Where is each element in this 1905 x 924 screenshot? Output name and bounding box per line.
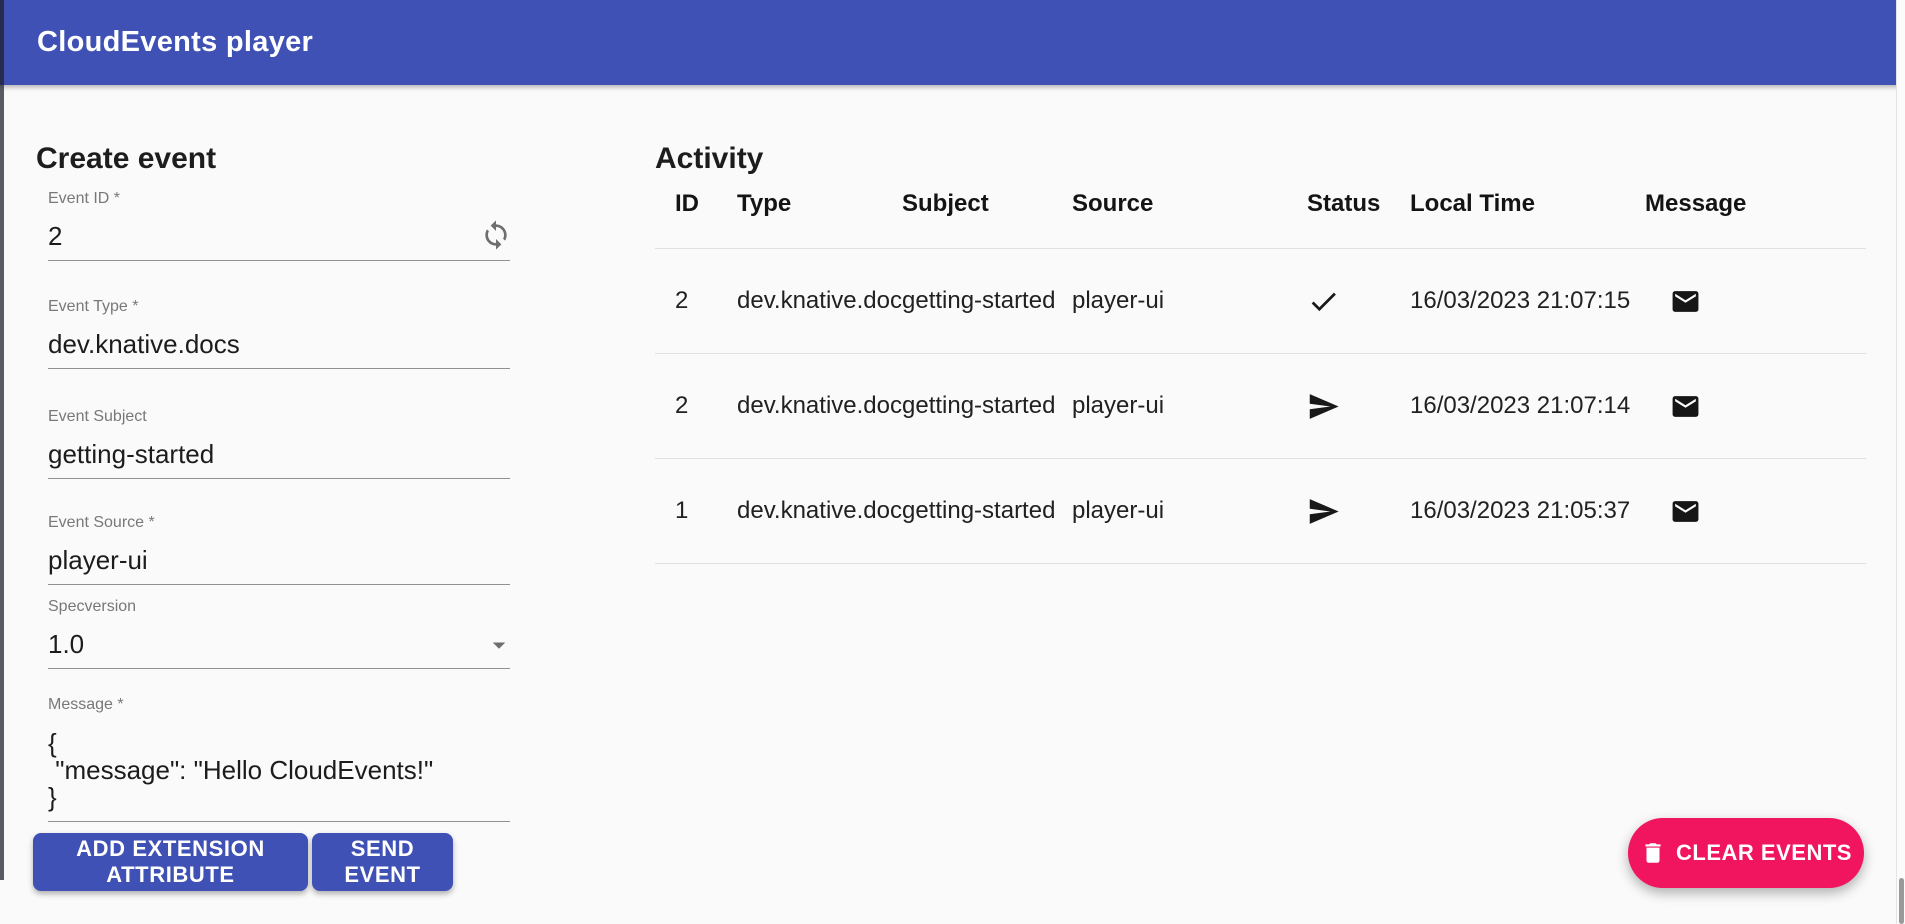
cell-status [1307,390,1410,423]
check-icon [1307,285,1340,318]
message-value[interactable]: { "message": "Hello CloudEvents!"} [48,730,433,811]
app-bar: CloudEvents player [0,0,1905,85]
email-icon[interactable] [1670,286,1701,317]
cell-status [1307,285,1410,318]
event-subject-value[interactable]: getting-started [48,439,214,470]
specversion-select[interactable]: Specversion 1.0 [48,598,510,669]
message-label: Message * [48,696,510,714]
cloudevents-player-app: CloudEvents player Create event Event ID… [0,0,1905,924]
event-id-value[interactable]: 2 [48,221,62,252]
cell-message [1645,496,1846,527]
cell-id: 2 [655,287,737,315]
window-edge-strip [0,0,4,880]
specversion-value[interactable]: 1.0 [48,629,84,660]
cell-source: player-ui [1072,392,1307,420]
scrollbar-track [1896,0,1905,924]
cell-id: 2 [655,392,737,420]
event-source-field[interactable]: Event Source * player-ui [48,514,510,585]
event-id-label: Event ID * [48,190,510,208]
message-field[interactable]: Message * { "message": "Hello CloudEvent… [48,696,510,822]
event-subject-field[interactable]: Event Subject getting-started [48,408,510,479]
event-source-label: Event Source * [48,514,510,532]
event-source-value[interactable]: player-ui [48,545,148,576]
event-type-label: Event Type * [48,298,510,316]
column-header-id: ID [655,190,737,218]
activity-table: ID Type Subject Source Status Local Time… [655,160,1866,564]
email-icon[interactable] [1670,496,1701,527]
specversion-label: Specversion [48,598,510,616]
event-type-field[interactable]: Event Type * dev.knative.docs [48,298,510,369]
scrollbar-thumb[interactable] [1899,878,1904,924]
app-title: CloudEvents player [37,26,313,59]
activity-row: 2 dev.knative.docs getting-started playe… [655,354,1866,459]
cell-type: dev.knative.docs [737,392,902,420]
cell-source: player-ui [1072,497,1307,525]
cell-status [1307,495,1410,528]
cell-local-time: 16/03/2023 21:05:37 [1410,497,1645,525]
create-event-heading: Create event [36,142,216,176]
event-type-value[interactable]: dev.knative.docs [48,329,240,360]
sync-icon[interactable] [480,219,512,251]
cell-subject: getting-started [902,497,1072,525]
cell-subject: getting-started [902,287,1072,315]
cell-type: dev.knative.docs [737,287,902,315]
column-header-status: Status [1307,190,1410,218]
cell-source: player-ui [1072,287,1307,315]
send-icon [1307,495,1340,528]
clear-events-label: CLEAR EVENTS [1676,840,1852,866]
column-header-type: Type [737,190,902,218]
email-icon[interactable] [1670,391,1701,422]
dropdown-arrow-icon[interactable] [484,630,514,660]
cell-message [1645,391,1846,422]
add-extension-attribute-button[interactable]: ADD EXTENSION ATTRIBUTE [33,833,308,891]
event-id-field[interactable]: Event ID * 2 [48,190,510,261]
cell-subject: getting-started [902,392,1072,420]
cell-message [1645,286,1846,317]
cell-id: 1 [655,497,737,525]
send-event-button[interactable]: SEND EVENT [312,833,453,891]
column-header-message: Message [1645,190,1846,218]
activity-row: 2 dev.knative.docs getting-started playe… [655,249,1866,354]
column-header-source: Source [1072,190,1307,218]
activity-table-body: 2 dev.knative.docs getting-started playe… [655,249,1866,564]
activity-table-header: ID Type Subject Source Status Local Time… [655,160,1866,249]
column-header-local-time: Local Time [1410,190,1645,218]
cell-local-time: 16/03/2023 21:07:15 [1410,287,1645,315]
clear-events-button[interactable]: CLEAR EVENTS [1628,818,1864,888]
activity-row: 1 dev.knative.docs getting-started playe… [655,459,1866,564]
event-subject-label: Event Subject [48,408,510,426]
trash-icon [1640,840,1666,866]
cell-local-time: 16/03/2023 21:07:14 [1410,392,1645,420]
cell-type: dev.knative.docs [737,497,902,525]
column-header-subject: Subject [902,190,1072,218]
send-icon [1307,390,1340,423]
